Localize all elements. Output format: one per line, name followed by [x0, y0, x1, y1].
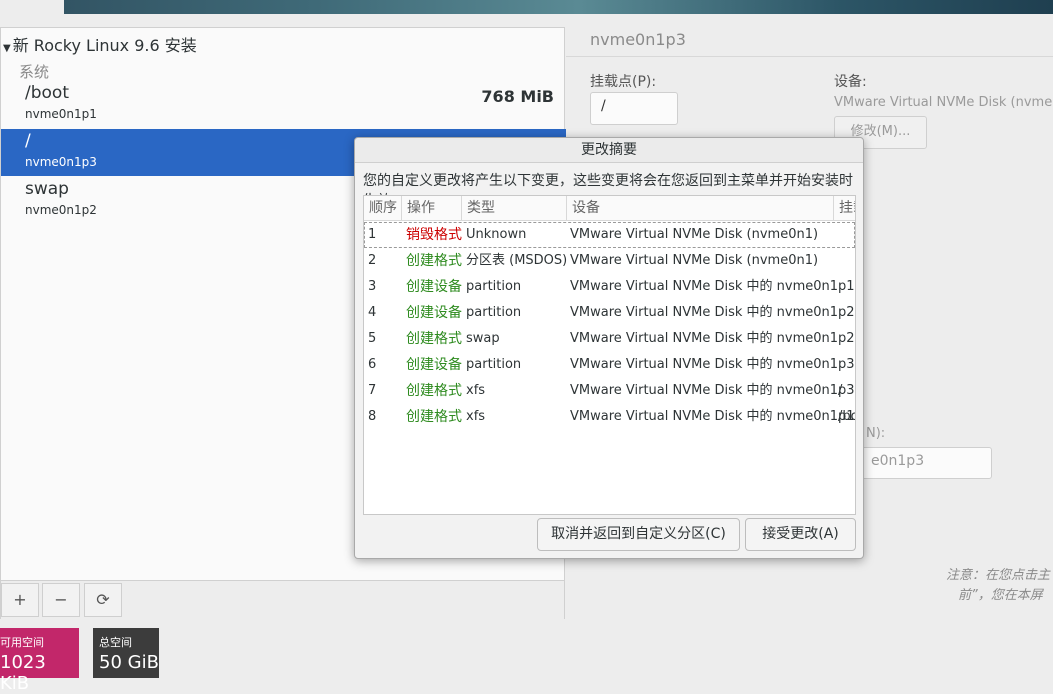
type-cell: 分区表 (MSDOS): [466, 253, 568, 268]
change-summary-dialog: 更改摘要 您的自定义更改将产生以下变更，这些变更将会在您返回到主菜单并开始安装时…: [354, 137, 864, 559]
device-cell: VMware Virtual NVMe Disk 中的 nvme0n1p3: [570, 383, 855, 398]
partial-field-input[interactable]: e0n1p3: [860, 447, 992, 479]
divider: [566, 56, 1053, 57]
order-cell: 3: [368, 279, 377, 294]
top-banner: [0, 0, 1053, 14]
type-cell: partition: [466, 357, 522, 372]
refresh-icon[interactable]: ⟳: [84, 583, 122, 617]
table-row[interactable]: 8 创建格式 xfs VMware Virtual NVMe Disk 中的 nvme…: [364, 404, 855, 430]
available-space-value: 1023 KiB: [0, 652, 46, 694]
column-header-device[interactable]: 设备: [567, 196, 834, 220]
total-space-badge: 总空间 50 GiB: [93, 628, 159, 678]
order-cell: 4: [368, 305, 377, 320]
mount-toolbar: + − ⟳: [1, 580, 564, 620]
mount-path: /: [25, 131, 31, 151]
mount-cell: /bo: [838, 409, 855, 424]
device-cell: VMware Virtual NVMe Disk 中的 nvme0n1p2: [570, 331, 855, 346]
available-space-label: 可用空间: [0, 636, 44, 649]
note-line-2: 前”，您在本屏: [958, 588, 1043, 603]
device-value: VMware Virtual NVMe Disk (nvme0n: [834, 95, 1053, 110]
order-cell: 6: [368, 357, 377, 372]
install-title-label: 新 Rocky Linux 9.6 安装: [12, 36, 197, 55]
dialog-title: 更改摘要: [355, 138, 863, 163]
mount-path: swap: [25, 179, 69, 199]
device-cell: VMware Virtual NVMe Disk 中的 nvme0n1p1: [570, 409, 855, 424]
mount-item-boot[interactable]: /boot nvme0n1p1 768 MiB: [1, 81, 566, 128]
action-cell: 创建格式: [406, 409, 462, 425]
order-cell: 1: [368, 227, 377, 242]
expander-triangle-icon[interactable]: ▼: [3, 43, 11, 54]
mount-device: nvme0n1p1: [25, 107, 97, 121]
install-title[interactable]: ▼ 新 Rocky Linux 9.6 安装: [3, 32, 197, 56]
partition-title: nvme0n1p3: [590, 30, 686, 49]
table-row[interactable]: 7 创建格式 xfs VMware Virtual NVMe Disk 中的 nvme…: [364, 378, 855, 404]
column-header-type[interactable]: 类型: [462, 196, 567, 220]
mount-point-input[interactable]: /: [590, 92, 678, 125]
type-cell: partition: [466, 279, 522, 294]
column-header-order[interactable]: 顺序: [364, 196, 402, 220]
order-cell: 2: [368, 253, 377, 268]
table-row[interactable]: 5 创建格式 swap VMware Virtual NVMe Disk 中的 nvm…: [364, 326, 855, 352]
action-cell: 创建格式: [406, 331, 462, 347]
table-row[interactable]: 1 销毁格式 Unknown VMware Virtual NVMe Disk (nv…: [364, 222, 855, 248]
type-cell: xfs: [466, 383, 486, 398]
action-cell: 创建设备: [406, 357, 462, 373]
changes-table: 顺序 操作 类型 设备 挂载 1 销毁格式 Unknown VMware Virtua…: [363, 195, 856, 515]
table-row[interactable]: 2 创建格式 分区表 (MSDOS) VMware Virtual NVMe Disk…: [364, 248, 855, 274]
partial-field-label: N):: [866, 426, 886, 441]
type-cell: swap: [466, 331, 500, 346]
table-header: 顺序 操作 类型 设备 挂载: [364, 196, 855, 221]
device-cell: VMware Virtual NVMe Disk (nvme0n1): [570, 253, 819, 268]
order-cell: 5: [368, 331, 377, 346]
accept-changes-button[interactable]: 接受更改(A): [745, 518, 856, 551]
mount-cell: /: [838, 383, 843, 398]
device-label: 设备:: [834, 74, 867, 90]
table-row[interactable]: 6 创建设备 partition VMware Virtual NVMe Disk 中…: [364, 352, 855, 378]
table-row[interactable]: 4 创建设备 partition VMware Virtual NVMe Disk 中…: [364, 300, 855, 326]
action-cell: 创建设备: [406, 279, 462, 295]
available-space-badge: 可用空间 1023 KiB: [0, 628, 79, 694]
action-cell: 销毁格式: [406, 227, 462, 243]
order-cell: 7: [368, 383, 377, 398]
add-mount-button[interactable]: +: [1, 583, 39, 617]
note-line-1: 注意：在您点击主: [946, 568, 1051, 583]
type-cell: xfs: [466, 409, 486, 424]
total-space-label: 总空间: [99, 636, 132, 649]
device-cell: VMware Virtual NVMe Disk 中的 nvme0n1p2: [570, 305, 855, 320]
remove-mount-button[interactable]: −: [42, 583, 80, 617]
mount-device: nvme0n1p2: [25, 203, 97, 217]
action-cell: 创建格式: [406, 383, 462, 399]
column-header-action[interactable]: 操作: [402, 196, 462, 220]
mount-size: 768 MiB: [481, 87, 554, 106]
device-cell: VMware Virtual NVMe Disk 中的 nvme0n1p1: [570, 279, 855, 294]
table-row[interactable]: 3 创建设备 partition VMware Virtual NVMe Disk 中…: [364, 274, 855, 300]
mount-path: /boot: [25, 83, 69, 103]
system-section-label: 系统: [19, 63, 50, 81]
mount-point-label: 挂载点(P):: [590, 74, 657, 90]
type-cell: partition: [466, 305, 522, 320]
mount-device: nvme0n1p3: [25, 155, 97, 169]
action-cell: 创建设备: [406, 305, 462, 321]
order-cell: 8: [368, 409, 377, 424]
type-cell: Unknown: [466, 227, 527, 242]
cancel-return-button[interactable]: 取消并返回到自定义分区(C): [537, 518, 740, 551]
action-cell: 创建格式: [406, 253, 462, 269]
total-space-value: 50 GiB: [99, 652, 159, 673]
device-cell: VMware Virtual NVMe Disk 中的 nvme0n1p3: [570, 357, 855, 372]
column-header-mount[interactable]: 挂载: [834, 196, 855, 220]
device-cell: VMware Virtual NVMe Disk (nvme0n1): [570, 227, 819, 242]
